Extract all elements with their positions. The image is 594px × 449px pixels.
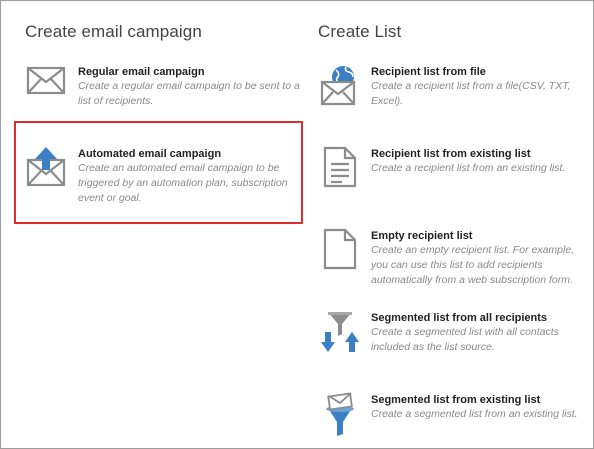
regular-email-campaign-option[interactable]: Regular email campaign Create a regular … — [26, 64, 301, 112]
email-column-title: Create email campaign — [25, 22, 202, 41]
empty-recipient-list-description: Create an empty recipient list. For exam… — [371, 244, 575, 286]
envelope-arrow-up-icon — [26, 146, 66, 193]
empty-recipient-list-option[interactable]: Empty recipient list Create an empty rec… — [320, 228, 588, 290]
recipient-list-from-file-description: Create a recipient list from a file(CSV,… — [371, 80, 571, 107]
document-lines-icon — [320, 146, 360, 193]
regular-email-campaign-title: Regular email campaign — [78, 66, 205, 78]
funnel-arrows-icon — [320, 310, 360, 359]
list-column-title: Create List — [318, 22, 402, 41]
funnel-envelope-icon — [320, 392, 360, 443]
segmented-list-all-recipients-title: Segmented list from all recipients — [371, 312, 548, 324]
recipient-list-from-existing-option[interactable]: Recipient list from existing list Create… — [320, 146, 588, 190]
empty-recipient-list-title: Empty recipient list — [371, 230, 473, 242]
segmented-list-all-recipients-description: Create a segmented list with all contact… — [371, 326, 559, 353]
recipient-list-from-file-option[interactable]: Recipient list from file Create a recipi… — [320, 64, 588, 112]
segmented-list-existing-option[interactable]: Segmented list from existing list Create… — [320, 392, 588, 438]
envelope-icon — [26, 64, 66, 101]
automated-email-campaign-title: Automated email campaign — [78, 148, 222, 160]
automated-email-campaign-option[interactable]: Automated email campaign Create an autom… — [26, 146, 296, 210]
automated-email-campaign-description: Create an automated email campaign to be… — [78, 162, 288, 204]
regular-email-campaign-description: Create a regular email campaign to be se… — [78, 80, 300, 107]
segmented-list-existing-title: Segmented list from existing list — [371, 394, 541, 406]
recipient-list-from-existing-description: Create a recipient list from an existing… — [371, 162, 566, 174]
segmented-list-all-recipients-option[interactable]: Segmented list from all recipients Creat… — [320, 310, 588, 356]
recipient-list-from-file-title: Recipient list from file — [371, 66, 486, 78]
recipient-list-from-existing-title: Recipient list from existing list — [371, 148, 531, 160]
blank-document-icon — [320, 228, 360, 275]
segmented-list-existing-description: Create a segmented list from an existing… — [371, 408, 578, 420]
globe-envelope-icon — [320, 64, 360, 113]
